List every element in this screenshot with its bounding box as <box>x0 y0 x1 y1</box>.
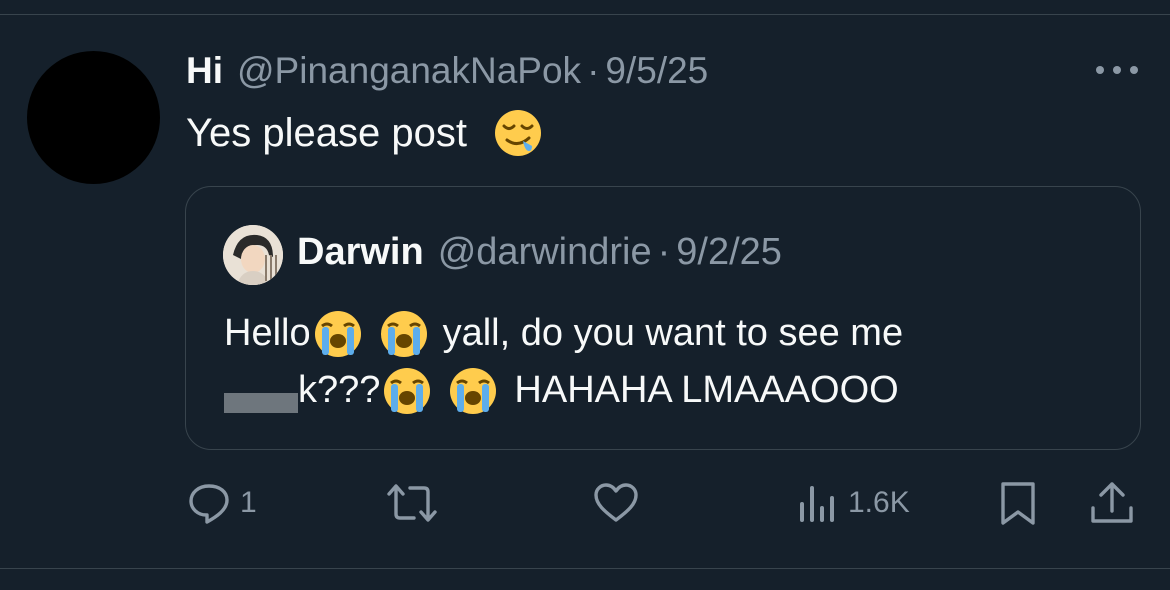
quoted-text-line-2: k??? HAHAHA LMAAAOOO <box>224 362 1104 419</box>
quoted-author-handle: @darwindrie <box>437 231 652 273</box>
loudly-crying-face-emoji <box>382 366 432 416</box>
author-name[interactable]: Hi <box>186 50 223 92</box>
reply-icon <box>186 480 232 526</box>
views-button[interactable]: 1.6K <box>796 478 910 528</box>
author-avatar[interactable] <box>27 51 160 184</box>
quoted-text-part: HAHAHA LMAAAOOO <box>514 369 899 411</box>
quoted-header: Darwin @darwindrie · 9/2/25 <box>297 231 782 274</box>
redaction-box <box>224 392 298 413</box>
quoted-text-part: Hello <box>224 312 311 354</box>
like-button[interactable] <box>592 478 648 528</box>
post-date[interactable]: 9/5/25 <box>605 50 708 92</box>
loudly-crying-face-emoji <box>313 309 363 359</box>
heart-icon <box>592 480 640 526</box>
views-count: 1.6K <box>848 486 910 519</box>
more-options-icon[interactable] <box>1096 58 1138 82</box>
loudly-crying-face-emoji <box>448 366 498 416</box>
post-text: Yes please post <box>186 108 543 158</box>
reply-button[interactable]: 1 <box>186 478 257 528</box>
post-text-content: Yes please post <box>186 110 467 155</box>
loudly-crying-face-emoji <box>379 309 429 359</box>
drooling-face-emoji <box>493 108 543 158</box>
bookmark-button[interactable] <box>996 478 1040 528</box>
views-icon <box>796 480 840 526</box>
retweet-button[interactable] <box>386 478 446 528</box>
reply-count: 1 <box>240 486 257 519</box>
quoted-date: 9/2/25 <box>676 231 782 273</box>
bookmark-icon <box>996 480 1040 526</box>
quoted-author-name: Darwin <box>297 231 424 273</box>
quoted-tweet[interactable]: Darwin @darwindrie · 9/2/25 Hello yall, … <box>185 186 1141 450</box>
quoted-author-avatar[interactable] <box>223 225 283 285</box>
post-header: Hi @PinanganakNaPok · 9/5/25 <box>186 50 708 94</box>
quoted-text-part: yall, do you want to see me <box>442 312 904 354</box>
action-bar: 1 1.6K <box>0 478 1170 528</box>
top-divider <box>0 14 1170 15</box>
bottom-divider <box>0 568 1170 569</box>
retweet-icon <box>386 480 438 526</box>
separator-dot: · <box>587 50 600 91</box>
quoted-text: Hello yall, do you want to see me k??? H… <box>224 305 1104 419</box>
share-button[interactable] <box>1088 478 1136 528</box>
quoted-separator-dot: · <box>657 231 671 273</box>
quoted-text-part: k??? <box>298 369 381 411</box>
quoted-text-line-1: Hello yall, do you want to see me <box>224 305 1104 362</box>
share-icon <box>1088 480 1136 526</box>
author-handle[interactable]: @PinanganakNaPok <box>237 50 581 92</box>
